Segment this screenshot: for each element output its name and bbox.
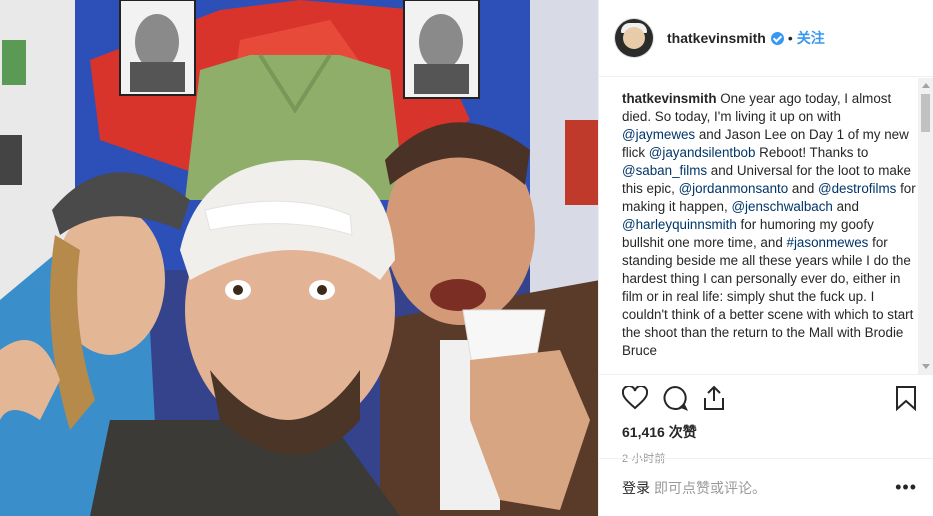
scroll-up-arrow-icon[interactable] bbox=[922, 83, 930, 88]
instagram-post-window: thatkevinsmith • 关注 thatkevinsmith One y… bbox=[0, 0, 933, 516]
caption-text-segment: and bbox=[788, 181, 818, 196]
caption-text-segment: Reboot! Thanks to bbox=[755, 145, 869, 160]
post-caption: thatkevinsmith One year ago today, I alm… bbox=[599, 78, 933, 360]
caption-mention-link[interactable]: @harleyquinnsmith bbox=[622, 217, 737, 232]
comment-bar: 登录 即可点赞或评论。 ••• bbox=[599, 458, 933, 516]
post-details-panel: thatkevinsmith • 关注 thatkevinsmith One y… bbox=[598, 0, 933, 516]
caption-mention-link[interactable]: @jenschwalbach bbox=[731, 199, 832, 214]
caption-scroll-area[interactable]: thatkevinsmith One year ago today, I alm… bbox=[599, 78, 933, 374]
caption-scrollbar[interactable] bbox=[918, 78, 933, 374]
more-options-icon[interactable]: ••• bbox=[895, 477, 917, 498]
caption-mention-link[interactable]: @saban_films bbox=[622, 163, 707, 178]
caption-mention-link[interactable]: @destrofilms bbox=[818, 181, 896, 196]
verified-badge-icon bbox=[770, 31, 784, 45]
caption-mention-link[interactable]: @jordanmonsanto bbox=[679, 181, 789, 196]
like-count[interactable]: 61,416 次赞 bbox=[622, 422, 917, 442]
caption-mention-link[interactable]: @jaymewes bbox=[622, 127, 695, 142]
post-photo[interactable] bbox=[0, 0, 598, 516]
user-avatar[interactable] bbox=[615, 19, 653, 57]
login-link[interactable]: 登录 bbox=[622, 478, 650, 498]
follow-button[interactable]: 关注 bbox=[797, 28, 825, 48]
caption-text-segment: for standing beside me all these years w… bbox=[622, 235, 914, 358]
share-icon[interactable] bbox=[702, 385, 726, 411]
caption-mention-link[interactable]: #jasonmewes bbox=[787, 235, 869, 250]
post-actions: 61,416 次赞 2 小时前 bbox=[599, 374, 933, 466]
caption-username[interactable]: thatkevinsmith bbox=[622, 91, 717, 106]
separator-dot: • bbox=[787, 30, 793, 46]
post-header: thatkevinsmith • 关注 bbox=[599, 0, 933, 77]
login-prompt: 即可点赞或评论。 bbox=[654, 479, 766, 496]
action-icons-row bbox=[622, 381, 917, 415]
caption-text: One year ago today, I almost died. So to… bbox=[622, 91, 916, 358]
comment-icon[interactable] bbox=[662, 385, 688, 411]
scroll-down-arrow-icon[interactable] bbox=[922, 364, 930, 369]
caption-mention-link[interactable]: @jayandsilentbob bbox=[649, 145, 756, 160]
selfie-image bbox=[0, 0, 598, 516]
bookmark-icon[interactable] bbox=[895, 385, 917, 411]
heart-icon[interactable] bbox=[622, 386, 648, 410]
header-username[interactable]: thatkevinsmith bbox=[667, 30, 766, 46]
scroll-thumb[interactable] bbox=[921, 94, 930, 132]
caption-text-segment: and bbox=[832, 199, 859, 214]
